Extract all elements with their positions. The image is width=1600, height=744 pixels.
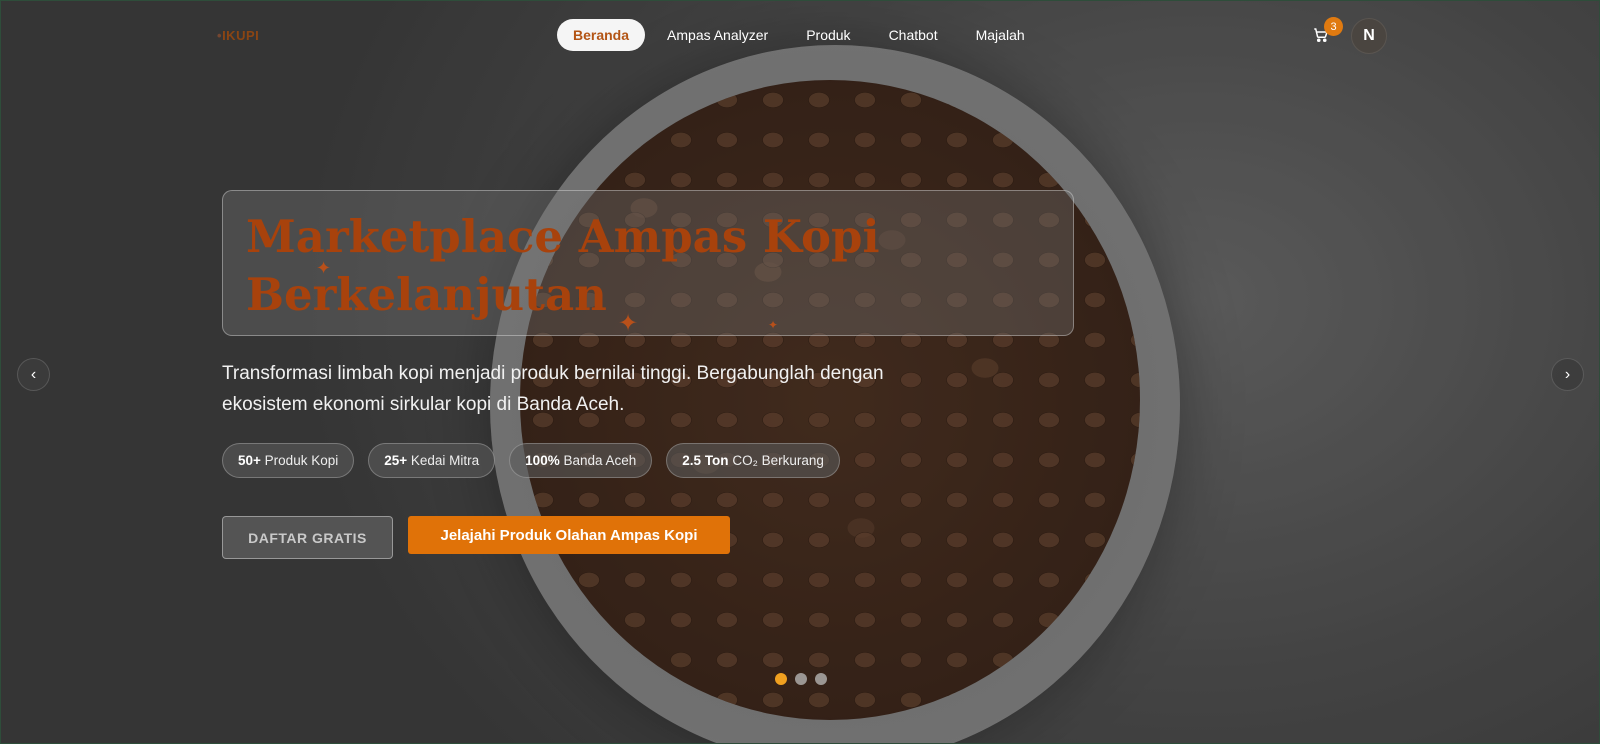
hero-description: Transformasi limbah kopi menjadi produk … [222,363,884,415]
stat-badge: 100% Banda Aceh [509,443,653,478]
explore-products-button[interactable]: Jelajahi Produk Olahan Ampas Kopi [408,516,730,554]
sparkle-icon: ✦ [768,318,779,332]
stat-badge: 50+ Produk Kopi [222,443,355,478]
chevron-right-icon: › [1564,365,1571,383]
user-avatar[interactable]: N [1351,18,1387,54]
cart-count-badge: 3 [1324,17,1343,36]
register-free-button[interactable]: DAFTAR GRATIS [222,516,393,559]
main-nav: Beranda Ampas Analyzer Produk Chatbot Ma… [557,19,1041,51]
carousel-dot[interactable] [795,673,807,685]
carousel-dot[interactable] [775,673,787,685]
carousel-prev-button[interactable]: ‹ [17,358,50,391]
stat-badge: 25+ Kedai Mitra [368,443,496,478]
nav-item-chatbot[interactable]: Chatbot [873,19,954,51]
hero-title-line2: Berkelanjutan [246,268,607,321]
hero-title-line1: Marketplace Ampas Kopi [246,210,880,263]
sparkle-icon: ✦ [618,310,639,337]
nav-item-majalah[interactable]: Majalah [960,19,1041,51]
nav-item-ampas-analyzer[interactable]: Ampas Analyzer [651,19,784,51]
nav-item-produk[interactable]: Produk [790,19,866,51]
carousel-dot[interactable] [815,673,827,685]
carousel-next-button[interactable]: › [1551,358,1584,391]
hero-title: Marketplace Ampas Kopi Berkelanjutan [246,208,880,324]
carousel-indicators [775,673,827,685]
stat-badge: 2.5 Ton CO₂ Berkurang [666,443,840,478]
brand-logo[interactable]: •IKUPI [217,28,259,43]
nav-item-beranda[interactable]: Beranda [557,19,646,51]
sparkle-icon: ✦ [316,258,332,278]
chevron-left-icon: ‹ [30,365,37,383]
stats-row: 50+ Produk Kopi 25+ Kedai Mitra 100% Ban… [222,443,840,478]
